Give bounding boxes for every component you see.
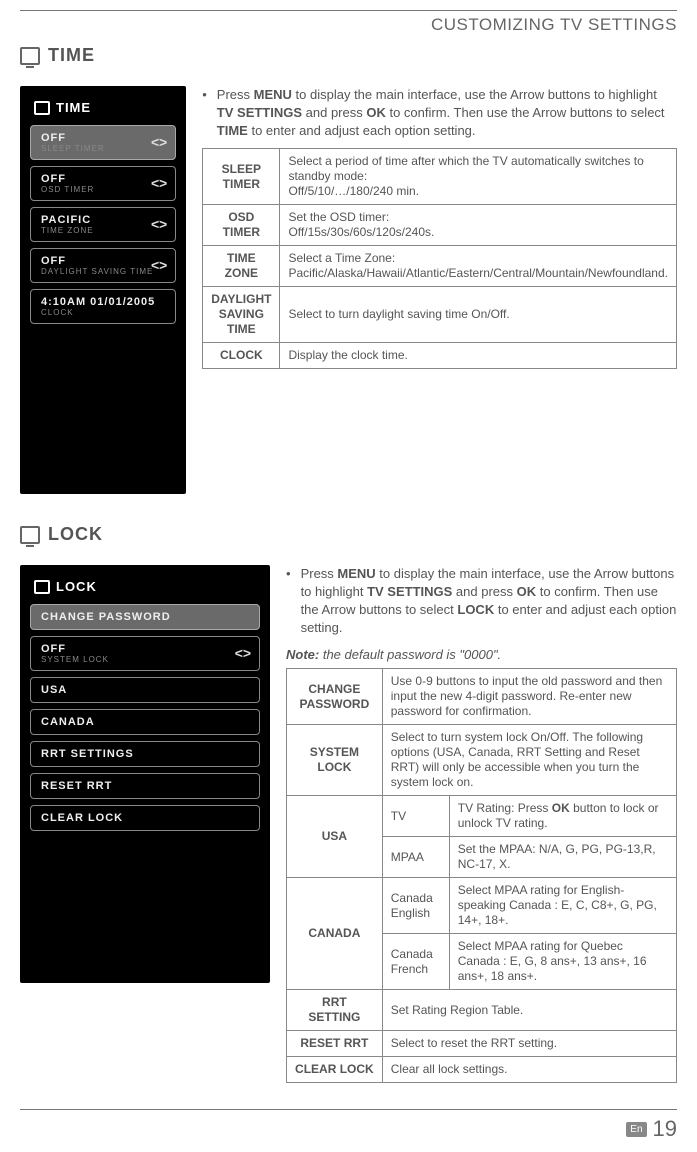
table-row: USA TV TV Rating: Press OK button to loc… xyxy=(287,796,677,837)
lang-badge: En xyxy=(626,1122,646,1137)
lock-screenshot: LOCK CHANGE PASSWORD OFFSYSTEM LOCK< > USA… xyxy=(20,565,270,983)
time-heading-text: TIME xyxy=(48,45,95,66)
tv-icon xyxy=(20,47,40,65)
section-time-heading: TIME xyxy=(20,45,677,66)
lock-heading-text: LOCK xyxy=(48,524,103,545)
page-footer: En 19 xyxy=(20,1109,677,1142)
lock-screen-title: LOCK xyxy=(56,579,97,594)
tv-icon xyxy=(20,526,40,544)
table-row: CLEAR LOCK Clear all lock settings. xyxy=(287,1057,677,1083)
list-item: OFFSLEEP TIMER< > xyxy=(30,125,176,160)
lock-instructions: Press MENU to display the main interface… xyxy=(301,565,677,637)
chevron-left-right-icon: < > xyxy=(235,645,249,661)
list-item: PACIFICTIME ZONE< > xyxy=(30,207,176,242)
table-row: SLEEP TIMERSelect a period of time after… xyxy=(203,149,677,205)
lock-note: Note: the default password is "0000". xyxy=(286,647,677,662)
time-screenshot: TIME OFFSLEEP TIMER< > OFFOSD TIMER< > PAC… xyxy=(20,86,186,494)
list-item: 4:10AM 01/01/2005CLOCK xyxy=(30,289,176,324)
table-row: OSD TIMERSet the OSD timer: Off/15s/30s/… xyxy=(203,205,677,246)
list-item: RESET RRT xyxy=(30,773,260,799)
bullet-icon: • xyxy=(202,86,207,140)
table-row: CLOCKDisplay the clock time. xyxy=(203,343,677,369)
chevron-left-right-icon: < > xyxy=(151,257,165,273)
lock-options-table: CHANGE PASSWORD Use 0-9 buttons to input… xyxy=(286,668,677,1083)
tv-icon xyxy=(34,101,50,115)
list-item: OFFSYSTEM LOCK< > xyxy=(30,636,260,671)
table-row: SYSTEM LOCK Select to turn system lock O… xyxy=(287,725,677,796)
table-row: DAYLIGHT SAVING TIMESelect to turn dayli… xyxy=(203,287,677,343)
table-row: CANADA Canada English Select MPAA rating… xyxy=(287,878,677,934)
chevron-left-right-icon: < > xyxy=(151,216,165,232)
table-row: RRT SETTING Set Rating Region Table. xyxy=(287,990,677,1031)
tv-icon xyxy=(34,580,50,594)
list-item: RRT SETTINGS xyxy=(30,741,260,767)
table-row: CHANGE PASSWORD Use 0-9 buttons to input… xyxy=(287,669,677,725)
table-row: TIME ZONESelect a Time Zone: Pacific/Ala… xyxy=(203,246,677,287)
list-item: CANADA xyxy=(30,709,260,735)
chevron-left-right-icon: < > xyxy=(151,134,165,150)
list-item: USA xyxy=(30,677,260,703)
list-item: OFFDAYLIGHT SAVING TIME< > xyxy=(30,248,176,283)
bullet-icon: • xyxy=(286,565,291,637)
chevron-left-right-icon: < > xyxy=(151,175,165,191)
list-item: CLEAR LOCK xyxy=(30,805,260,831)
page-header: CUSTOMIZING TV SETTINGS xyxy=(20,15,677,35)
time-instructions: Press MENU to display the main interface… xyxy=(217,86,677,140)
page-number: 19 xyxy=(653,1116,677,1142)
time-options-table: SLEEP TIMERSelect a period of time after… xyxy=(202,148,677,369)
list-item: CHANGE PASSWORD xyxy=(30,604,260,630)
table-row: RESET RRT Select to reset the RRT settin… xyxy=(287,1031,677,1057)
time-screen-title: TIME xyxy=(56,100,91,115)
section-lock-heading: LOCK xyxy=(20,524,677,545)
list-item: OFFOSD TIMER< > xyxy=(30,166,176,201)
